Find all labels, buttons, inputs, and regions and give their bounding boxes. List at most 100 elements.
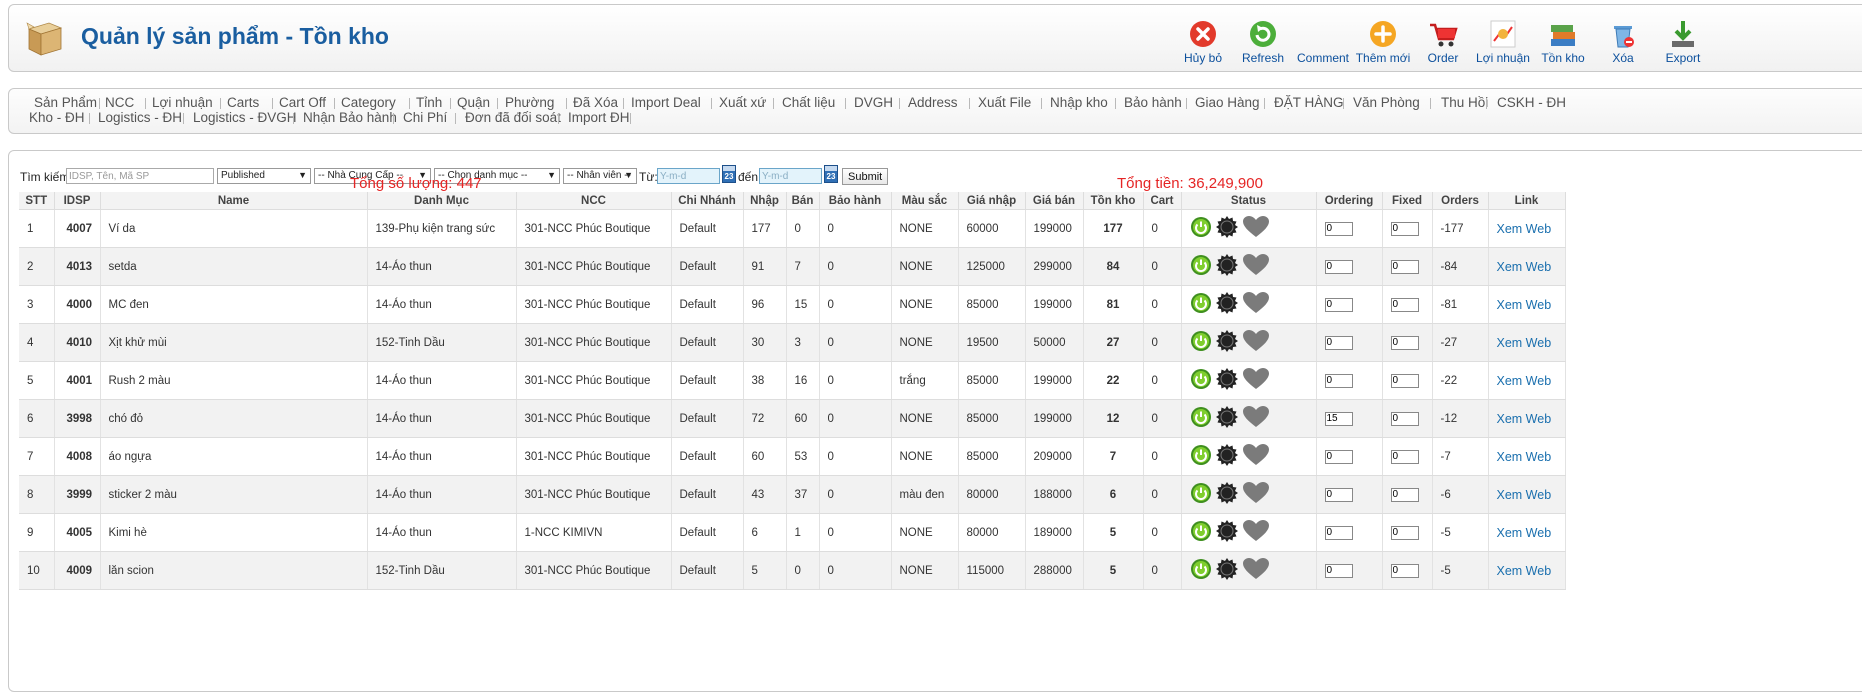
new-badge-icon[interactable]: [1215, 367, 1239, 394]
cell-idsp[interactable]: 4005: [54, 513, 101, 552]
from-date-input[interactable]: [657, 168, 720, 184]
ordering-input[interactable]: [1324, 335, 1353, 350]
new-badge-icon[interactable]: [1215, 329, 1239, 356]
publish-toggle-icon[interactable]: [1190, 368, 1212, 393]
new-badge-icon[interactable]: [1215, 291, 1239, 318]
heart-icon[interactable]: [1242, 443, 1270, 470]
fixed-input[interactable]: [1390, 335, 1419, 350]
fixed-input[interactable]: [1390, 487, 1419, 502]
nav-item-ncc[interactable]: NCC: [105, 95, 134, 110]
ordering-input[interactable]: [1324, 221, 1353, 236]
publish-toggle-icon[interactable]: [1190, 292, 1212, 317]
nav-item-import-dh[interactable]: Import ĐH: [568, 110, 630, 125]
publish-toggle-icon[interactable]: [1190, 330, 1212, 355]
cell-idsp[interactable]: 4001: [54, 361, 101, 400]
cell-idsp[interactable]: 4007: [54, 209, 101, 248]
staff-select[interactable]: -- Nhân viên -- ▼: [563, 168, 637, 184]
publish-toggle-icon[interactable]: [1190, 520, 1212, 545]
publish-toggle-icon[interactable]: [1190, 444, 1212, 469]
nav-item-kho-dh[interactable]: Kho - ĐH: [29, 110, 85, 125]
export-button[interactable]: Export: [1653, 13, 1713, 69]
publish-toggle-icon[interactable]: [1190, 482, 1212, 507]
heart-icon[interactable]: [1242, 519, 1270, 546]
ordering-input[interactable]: [1324, 525, 1353, 540]
nav-item-category[interactable]: Category: [341, 95, 396, 110]
heart-icon[interactable]: [1242, 291, 1270, 318]
new-badge-icon[interactable]: [1215, 253, 1239, 280]
fixed-input[interactable]: [1390, 297, 1419, 312]
nav-item-nhap-kho[interactable]: Nhập kho: [1050, 95, 1108, 110]
ordering-input[interactable]: [1324, 259, 1353, 274]
cell-idsp[interactable]: 4000: [54, 285, 101, 324]
fixed-input[interactable]: [1390, 373, 1419, 388]
ordering-input[interactable]: [1324, 487, 1353, 502]
new-badge-icon[interactable]: [1215, 405, 1239, 432]
view-web-link[interactable]: Xem Web: [1497, 564, 1552, 578]
nav-item-loi-nhuan[interactable]: Lợi nhuận: [152, 95, 213, 110]
cell-idsp[interactable]: 4013: [54, 247, 101, 286]
ordering-input[interactable]: [1324, 411, 1353, 426]
nav-item-da-xoa[interactable]: Đã Xóa: [573, 95, 618, 110]
nav-item-van-phong[interactable]: Văn Phòng: [1353, 95, 1420, 110]
cell-idsp[interactable]: 4008: [54, 437, 101, 476]
nav-item-don-da-doi-soat[interactable]: Đơn đã đối soát: [465, 110, 561, 125]
submit-button[interactable]: Submit: [842, 168, 889, 185]
nav-item-dat-hang[interactable]: ĐẶT HÀNG: [1274, 95, 1344, 110]
nav-item-carts[interactable]: Carts: [227, 95, 259, 110]
search-input[interactable]: [66, 168, 214, 184]
view-web-link[interactable]: Xem Web: [1497, 222, 1552, 236]
view-web-link[interactable]: Xem Web: [1497, 488, 1552, 502]
nav-item-phuong[interactable]: Phường: [505, 95, 554, 110]
fixed-input[interactable]: [1390, 411, 1419, 426]
new-badge-icon[interactable]: [1215, 215, 1239, 242]
calendar-icon[interactable]: 23: [722, 165, 736, 183]
new-badge-icon[interactable]: [1215, 519, 1239, 546]
cell-idsp[interactable]: 4010: [54, 323, 101, 362]
heart-icon[interactable]: [1242, 481, 1270, 508]
to-date-input[interactable]: [759, 168, 822, 184]
view-web-link[interactable]: Xem Web: [1497, 336, 1552, 350]
nav-item-chat-lieu[interactable]: Chất liệu: [782, 95, 835, 110]
publish-toggle-icon[interactable]: [1190, 558, 1212, 583]
heart-icon[interactable]: [1242, 557, 1270, 584]
nav-item-thu-hoi[interactable]: Thu Hồi: [1441, 95, 1488, 110]
ordering-input[interactable]: [1324, 373, 1353, 388]
ordering-input[interactable]: [1324, 449, 1353, 464]
publish-toggle-icon[interactable]: [1190, 254, 1212, 279]
fixed-input[interactable]: [1390, 449, 1419, 464]
nav-item-address[interactable]: Address: [908, 95, 958, 110]
ordering-input[interactable]: [1324, 297, 1353, 312]
state-select[interactable]: Published ▼: [217, 168, 311, 184]
new-badge-icon[interactable]: [1215, 481, 1239, 508]
nav-item-logistics-dvgh[interactable]: Logistics - ĐVGH: [193, 110, 297, 125]
new-badge-icon[interactable]: [1215, 557, 1239, 584]
nav-item-san-pham[interactable]: Sản Phẩm: [34, 95, 97, 110]
fixed-input[interactable]: [1390, 221, 1419, 236]
heart-icon[interactable]: [1242, 253, 1270, 280]
view-web-link[interactable]: Xem Web: [1497, 374, 1552, 388]
nav-item-xuat-file[interactable]: Xuất File: [978, 95, 1031, 110]
fixed-input[interactable]: [1390, 259, 1419, 274]
view-web-link[interactable]: Xem Web: [1497, 298, 1552, 312]
calendar-icon[interactable]: 23: [824, 165, 838, 183]
nav-item-quan[interactable]: Quận: [457, 95, 490, 110]
nav-item-logistics-dh[interactable]: Logistics - ĐH: [98, 110, 182, 125]
heart-icon[interactable]: [1242, 367, 1270, 394]
nav-item-cart-off[interactable]: Cart Off: [279, 95, 326, 110]
nav-item-tinh[interactable]: Tỉnh: [416, 95, 442, 110]
nav-item-bao-hanh[interactable]: Bảo hành: [1124, 95, 1182, 110]
ordering-input[interactable]: [1324, 563, 1353, 578]
fixed-input[interactable]: [1390, 563, 1419, 578]
nav-item-dvgh[interactable]: DVGH: [854, 95, 893, 110]
fixed-input[interactable]: [1390, 525, 1419, 540]
publish-toggle-icon[interactable]: [1190, 406, 1212, 431]
view-web-link[interactable]: Xem Web: [1497, 412, 1552, 426]
cell-idsp[interactable]: 3998: [54, 399, 101, 438]
nav-item-chi-phi[interactable]: Chi Phí: [403, 110, 447, 125]
nav-item-giao-hang[interactable]: Giao Hàng: [1195, 95, 1260, 110]
view-web-link[interactable]: Xem Web: [1497, 526, 1552, 540]
cell-idsp[interactable]: 4009: [54, 551, 101, 590]
heart-icon[interactable]: [1242, 215, 1270, 242]
heart-icon[interactable]: [1242, 405, 1270, 432]
publish-toggle-icon[interactable]: [1190, 216, 1212, 241]
